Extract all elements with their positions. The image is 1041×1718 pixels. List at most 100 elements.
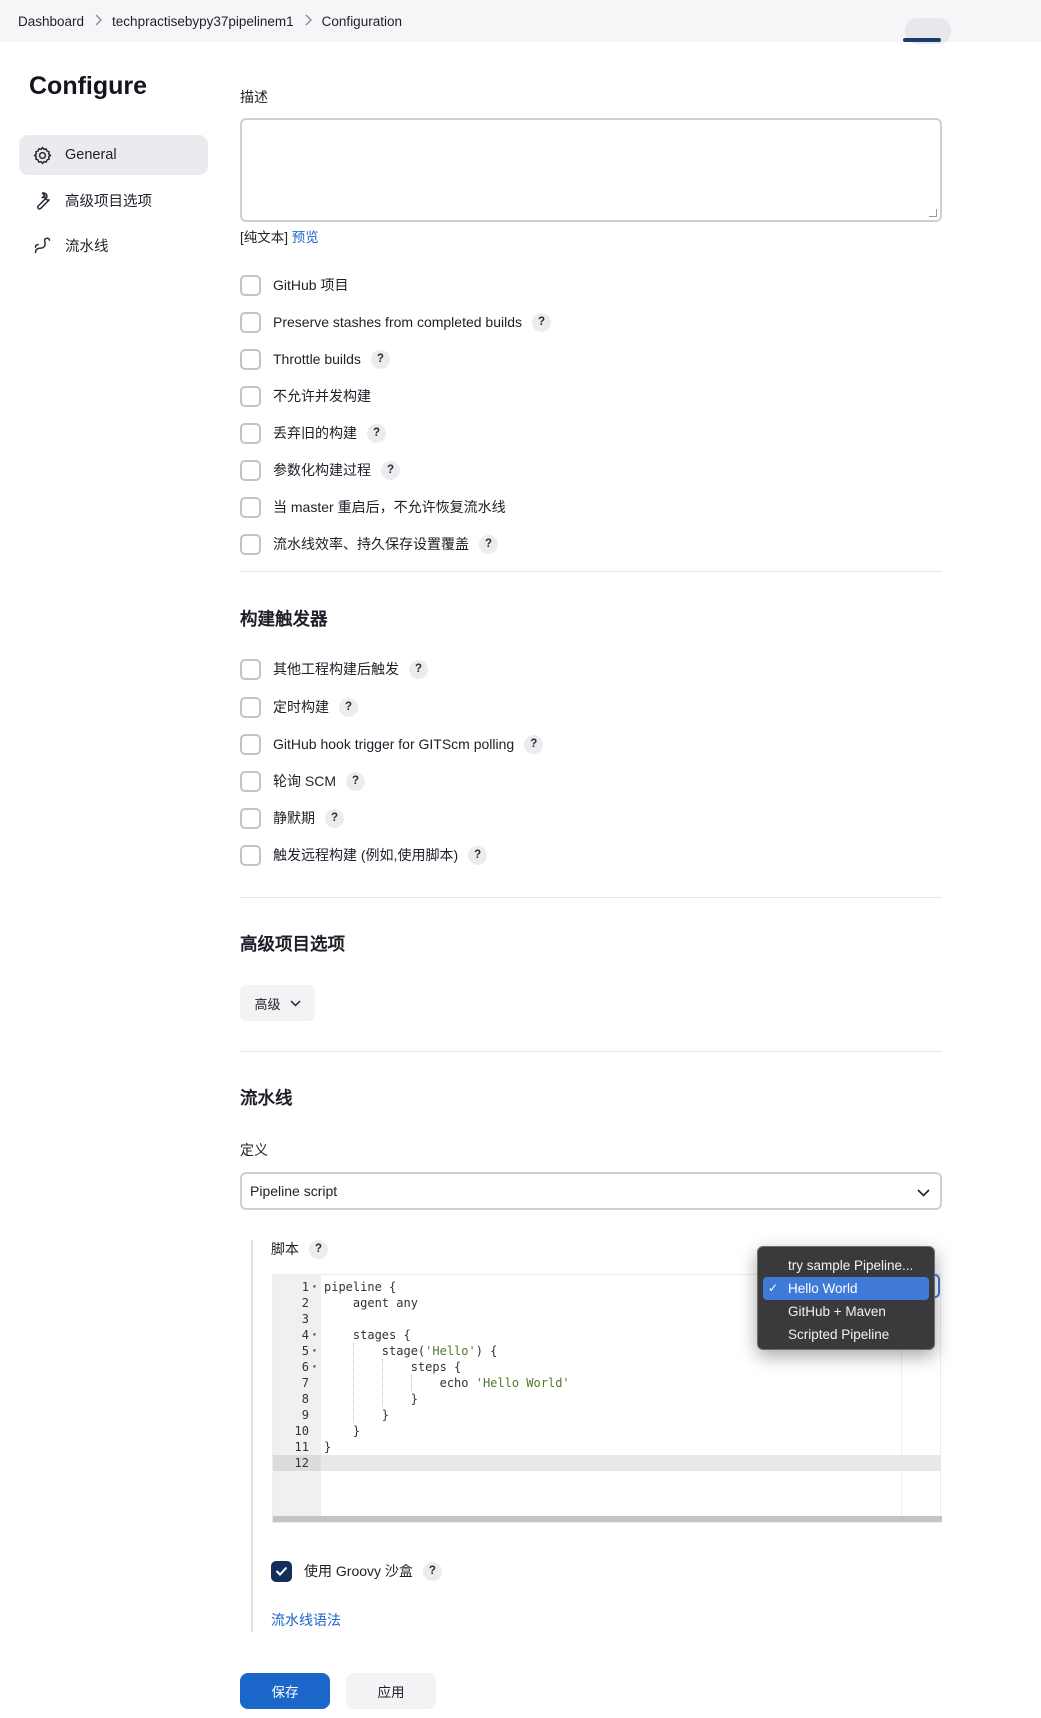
line-number: 12 [294, 1456, 309, 1470]
help-icon[interactable]: ? [370, 349, 390, 369]
checkbox[interactable] [240, 348, 261, 370]
section-divider [240, 897, 942, 898]
triggers-title: 构建触发器 [240, 609, 328, 629]
help-icon[interactable]: ? [367, 423, 386, 443]
trigger-quiet-period[interactable]: 静默期 ? [240, 806, 344, 830]
trigger-remote[interactable]: 触发远程构建 (例如,使用脚本) ? [240, 843, 488, 867]
checkbox[interactable] [240, 385, 261, 407]
description-label: 描述 [240, 89, 268, 105]
fold-toggle-icon[interactable]: ▾ [312, 1343, 320, 1359]
checkbox[interactable] [240, 807, 261, 829]
breadcrumb-dashboard[interactable]: Dashboard [18, 14, 84, 29]
code-text: stage('Hello') { [324, 1344, 498, 1358]
checkbox[interactable] [240, 274, 261, 296]
help-icon[interactable]: ? [479, 534, 498, 554]
help-icon[interactable]: ? [468, 845, 488, 865]
code-line: 6 ▾ steps { [273, 1359, 942, 1375]
checkbox[interactable] [240, 733, 261, 755]
indent-guide [410, 1375, 412, 1391]
resize-handle-icon[interactable] [929, 209, 937, 217]
checkbox[interactable] [240, 696, 261, 718]
code-text: pipeline { [324, 1280, 397, 1294]
option-discard-old[interactable]: 丢弃旧的构建 ? [240, 421, 386, 445]
breadcrumb-configuration[interactable]: Configuration [322, 14, 402, 29]
sample-pipeline-menu[interactable]: try sample Pipeline... ✓ Hello World GitHub… [757, 1246, 935, 1350]
code-line: 12 [273, 1455, 942, 1471]
definition-select[interactable]: Pipeline script [240, 1172, 942, 1210]
chevron-down-icon [289, 999, 301, 1007]
option-groovy-sandbox[interactable]: 使用 Groovy 沙盒 ? [271, 1559, 442, 1583]
checkbox[interactable] [240, 533, 261, 555]
help-icon[interactable]: ? [339, 697, 358, 717]
code-text: agent any [324, 1296, 418, 1310]
help-icon[interactable]: ? [325, 808, 344, 828]
sample-menu-option[interactable]: GitHub + Maven [763, 1300, 929, 1323]
checkbox[interactable] [240, 422, 261, 444]
line-number: 6 [301, 1360, 309, 1374]
trigger-after-other[interactable]: 其他工程构建后触发 ? [240, 657, 428, 681]
option-preserve-stashes[interactable]: Preserve stashes from completed builds ? [240, 310, 551, 334]
horizontal-scrollbar[interactable] [273, 1516, 942, 1522]
chevron-down-icon [917, 1184, 930, 1200]
code-line: 9 } [273, 1407, 942, 1423]
chevron-right-icon [84, 14, 112, 29]
help-icon[interactable]: ? [532, 312, 551, 332]
trigger-github-hook[interactable]: GitHub hook trigger for GITScm polling ? [240, 732, 544, 756]
option-no-resume[interactable]: 当 master 重启后，不允许恢复流水线 [240, 495, 506, 519]
advanced-button[interactable]: 高级 [240, 985, 315, 1021]
sidebar-item-pipeline[interactable]: 流水线 [19, 225, 208, 265]
checkbox[interactable] [240, 459, 261, 481]
gear-icon [31, 144, 53, 166]
fold-toggle-icon[interactable]: ▾ [312, 1327, 320, 1343]
preview-link[interactable]: 预览 [292, 230, 319, 245]
breadcrumb-job[interactable]: techpractisebypy37pipelinem1 [112, 14, 294, 29]
option-label: GitHub 项目 [273, 277, 349, 293]
line-number: 11 [294, 1440, 309, 1454]
checkbox[interactable] [240, 496, 261, 518]
option-no-concurrent[interactable]: 不允许并发构建 [240, 384, 371, 408]
trigger-poll-scm[interactable]: 轮询 SCM ? [240, 769, 365, 793]
option-label: 定时构建 [273, 699, 329, 715]
option-throttle-builds[interactable]: Throttle builds ? [240, 347, 390, 371]
sample-menu-option-label: try sample Pipeline... [788, 1258, 914, 1273]
checkbox[interactable] [240, 658, 261, 680]
help-icon[interactable]: ? [381, 460, 400, 480]
option-github-project[interactable]: GitHub 项目 [240, 273, 348, 297]
code-text: steps { [324, 1360, 462, 1374]
fold-toggle-icon[interactable]: ▾ [312, 1359, 320, 1375]
option-durability[interactable]: 流水线效率、持久保存设置覆盖 ? [240, 532, 498, 556]
sidebar-item-advanced[interactable]: 高级项目选项 [19, 180, 208, 220]
help-icon[interactable]: ? [346, 771, 365, 791]
code-text: } [324, 1408, 390, 1422]
section-divider [240, 571, 942, 572]
help-icon[interactable]: ? [422, 1561, 442, 1581]
sample-menu-option[interactable]: try sample Pipeline... [763, 1254, 929, 1277]
definition-value: Pipeline script [250, 1183, 338, 1199]
sample-menu-option[interactable]: ✓ Hello World [763, 1277, 929, 1300]
option-label: 当 master 重启后，不允许恢复流水线 [273, 499, 506, 515]
fold-toggle-icon[interactable]: ▾ [312, 1279, 320, 1295]
checkbox[interactable] [240, 770, 261, 792]
breadcrumb: Dashboard techpractisebypy37pipelinem1 C… [0, 0, 1041, 44]
help-icon[interactable]: ? [309, 1239, 328, 1259]
option-label: Throttle builds [273, 351, 361, 367]
option-parameterized[interactable]: 参数化构建过程 ? [240, 458, 400, 482]
chevron-right-icon [294, 14, 322, 29]
checkbox[interactable] [240, 844, 261, 866]
description-textarea[interactable] [240, 118, 942, 222]
sample-menu-option-label: Hello World [788, 1281, 858, 1296]
line-number: 9 [301, 1408, 309, 1422]
checkbox[interactable] [240, 311, 261, 333]
help-icon[interactable]: ? [524, 734, 544, 754]
header-accent [903, 38, 941, 42]
help-icon[interactable]: ? [409, 659, 428, 679]
pipeline-syntax-link[interactable]: 流水线语法 [271, 1610, 341, 1630]
apply-button[interactable]: 应用 [346, 1673, 436, 1709]
checkbox-checked[interactable] [271, 1560, 292, 1582]
option-label: Preserve stashes from completed builds [273, 314, 522, 330]
option-label: 静默期 [273, 810, 315, 826]
sidebar-item-general[interactable]: General [19, 135, 208, 175]
save-button[interactable]: 保存 [240, 1673, 330, 1709]
sample-menu-option[interactable]: Scripted Pipeline [763, 1323, 929, 1346]
trigger-scheduled[interactable]: 定时构建 ? [240, 695, 358, 719]
